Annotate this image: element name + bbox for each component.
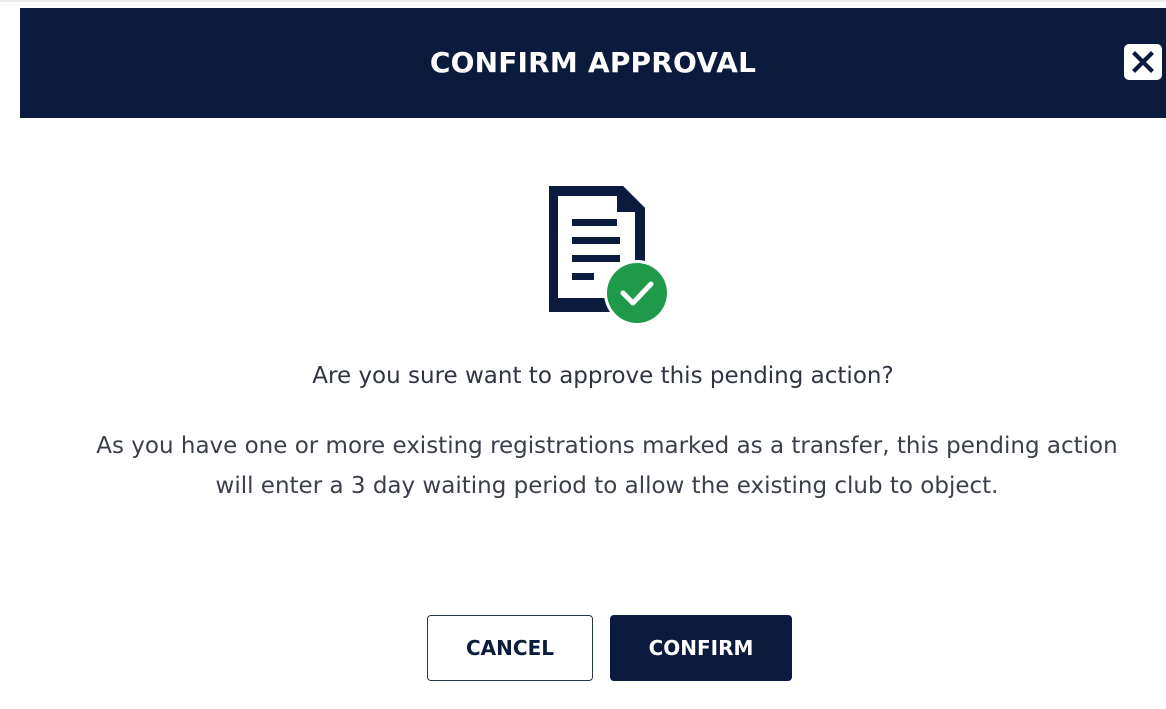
close-button[interactable]: [1124, 44, 1162, 80]
confirmation-question: Are you sure want to approve this pendin…: [312, 363, 894, 389]
dialog-title: CONFIRM APPROVAL: [429, 46, 757, 79]
document-approved-icon: [547, 186, 677, 326]
confirm-approval-dialog: CONFIRM APPROVAL Are you sure want to ap…: [20, 8, 1166, 709]
confirmation-description: As you have one or more existing registr…: [96, 433, 1118, 499]
confirm-button[interactable]: CONFIRM: [610, 615, 792, 681]
dialog-header: CONFIRM APPROVAL: [20, 8, 1166, 118]
cancel-button[interactable]: CANCEL: [427, 615, 593, 681]
close-icon: [1132, 51, 1154, 73]
top-divider: [0, 0, 1166, 2]
page: CONFIRM APPROVAL Are you sure want to ap…: [0, 0, 1166, 709]
